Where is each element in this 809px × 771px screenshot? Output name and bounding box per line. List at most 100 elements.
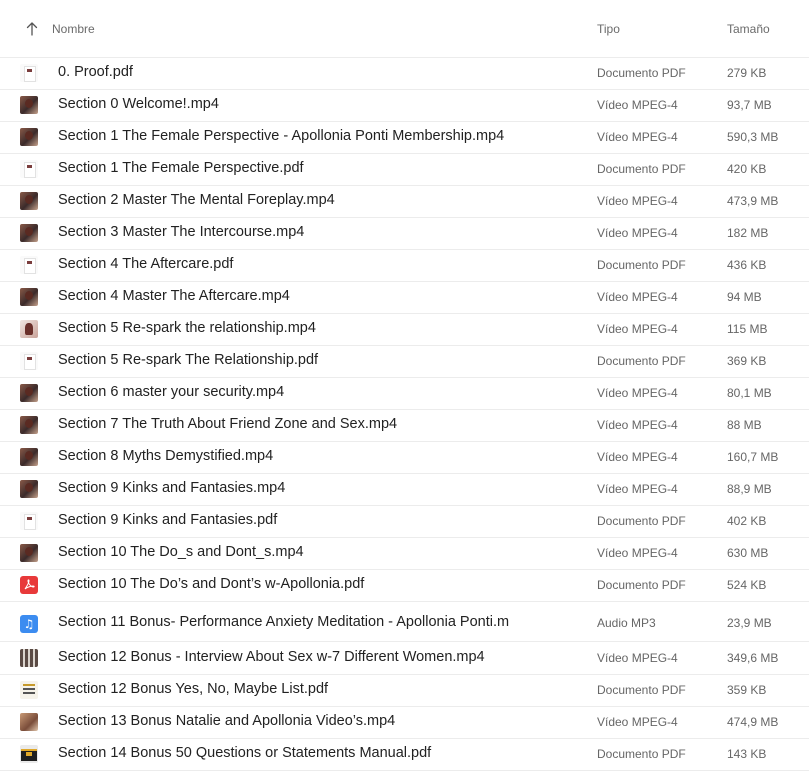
file-type: Vídeo MPEG-4 [597,715,678,729]
file-name: Section 12 Bonus Yes, No, Maybe List.pdf [58,681,329,697]
file-size: 474,9 MB [727,715,779,729]
file-size: 279 KB [727,66,767,80]
file-name: Section 6 master your security.mp4 [58,384,285,400]
file-size: 369 KB [727,354,767,368]
file-size: 420 KB [727,162,767,176]
file-size: 80,1 MB [727,386,772,400]
file-type: Vídeo MPEG-4 [597,130,678,144]
file-row[interactable]: Section 2 Master The Mental Foreplay.mp4… [0,185,809,218]
file-name: Section 1 The Female Perspective - Apoll… [58,128,505,144]
file-name: Section 9 Kinks and Fantasies.mp4 [58,480,286,496]
file-name: Section 13 Bonus Natalie and Apollonia V… [58,713,396,729]
file-row[interactable]: Section 1 The Female Perspective.pdf Docu… [0,153,809,186]
file-row[interactable]: Section 5 Re-spark the relationship.mp4 V… [0,313,809,346]
file-row[interactable]: Section 5 Re-spark The Relationship.pdf D… [0,345,809,378]
file-type: Vídeo MPEG-4 [597,418,678,432]
file-name: 0. Proof.pdf [58,64,133,80]
file-list-header: Nombre Tipo Tamaño [0,0,809,58]
file-type: Documento PDF [597,747,686,761]
column-header-name[interactable]: Nombre [52,22,95,36]
video-thumbnail-light-icon [20,320,38,338]
column-header-type[interactable]: Tipo [597,22,620,36]
file-type: Documento PDF [597,354,686,368]
file-size: 88,9 MB [727,482,772,496]
file-size: 473,9 MB [727,194,779,208]
file-type: Vídeo MPEG-4 [597,322,678,336]
file-row[interactable]: Section 9 Kinks and Fantasies.mp4 Vídeo M… [0,473,809,506]
pdf-page-thumbnail-icon [20,512,38,530]
file-type: Vídeo MPEG-4 [597,290,678,304]
file-type: Documento PDF [597,683,686,697]
file-size: 402 KB [727,514,767,528]
file-name: Section 10 The Do’s and Dont’s w-Apollon… [58,576,365,592]
file-type: Vídeo MPEG-4 [597,482,678,496]
video-thumbnail-icon [20,384,38,402]
manual-pdf-thumbnail-icon [20,745,38,763]
file-name: Section 9 Kinks and Fantasies.pdf [58,512,278,528]
file-row[interactable]: Section 9 Kinks and Fantasies.pdf Documen… [0,505,809,538]
file-row[interactable]: Section 6 master your security.mp4 Vídeo … [0,377,809,410]
file-row[interactable]: Section 10 The Do’s and Dont’s w-Apollon… [0,569,809,602]
video-thumbnail-icon [20,448,38,466]
file-row[interactable]: Section 4 The Aftercare.pdf Documento PDF… [0,249,809,282]
file-row[interactable]: Section 8 Myths Demystified.mp4 Vídeo MPE… [0,441,809,474]
file-row[interactable]: Section 1 The Female Perspective - Apoll… [0,121,809,154]
file-row[interactable]: 0. Proof.pdf Documento PDF 279 KB [0,57,809,90]
file-row[interactable]: Section 10 The Do_s and Dont_s.mp4 Vídeo … [0,537,809,570]
file-name: Section 4 Master The Aftercare.mp4 [58,288,290,304]
file-type: Vídeo MPEG-4 [597,546,678,560]
column-header-size[interactable]: Tamaño [727,22,770,36]
file-type: Vídeo MPEG-4 [597,194,678,208]
group-video-thumbnail-icon [20,649,38,667]
file-name: Section 5 Re-spark The Relationship.pdf [58,352,319,368]
file-size: 143 KB [727,747,767,761]
pdf-page-thumbnail-icon [20,352,38,370]
couple-video-thumbnail-icon [20,713,38,731]
file-type: Vídeo MPEG-4 [597,386,678,400]
video-thumbnail-icon [20,480,38,498]
file-size: 590,3 MB [727,130,779,144]
file-type: Vídeo MPEG-4 [597,98,678,112]
file-size: 359 KB [727,683,767,697]
file-size: 436 KB [727,258,767,272]
file-name: Section 3 Master The Intercourse.mp4 [58,224,305,240]
file-row[interactable]: ♫ Section 11 Bonus- Performance Anxiety M… [0,601,809,642]
file-name: Section 4 The Aftercare.pdf [58,256,234,272]
file-type: Vídeo MPEG-4 [597,651,678,665]
file-row[interactable]: Section 14 Bonus 50 Questions or Stateme… [0,738,809,771]
file-row[interactable]: Section 13 Bonus Natalie and Apollonia V… [0,706,809,739]
file-size: 23,9 MB [727,616,772,630]
file-type: Documento PDF [597,514,686,528]
file-size: 88 MB [727,418,762,432]
file-type: Documento PDF [597,258,686,272]
file-row[interactable]: Section 0 Welcome!.mp4 Vídeo MPEG-4 93,7 M… [0,89,809,122]
file-row[interactable]: Section 7 The Truth About Friend Zone an… [0,409,809,442]
pdf-page-thumbnail-icon [20,64,38,82]
video-thumbnail-icon [20,96,38,114]
file-row[interactable]: Section 4 Master The Aftercare.mp4 Vídeo … [0,281,809,314]
file-name: Section 14 Bonus 50 Questions or Stateme… [58,745,432,761]
video-thumbnail-icon [20,224,38,242]
file-name: Section 0 Welcome!.mp4 [58,96,219,112]
video-thumbnail-icon [20,416,38,434]
file-name: Section 12 Bonus - Interview About Sex w… [58,649,485,665]
file-type: Documento PDF [597,578,686,592]
file-row[interactable]: Section 12 Bonus - Interview About Sex w… [0,642,809,675]
file-size: 630 MB [727,546,769,560]
file-size: 160,7 MB [727,450,779,464]
file-name: Section 8 Myths Demystified.mp4 [58,448,274,464]
file-type: Vídeo MPEG-4 [597,450,678,464]
file-size: 94 MB [727,290,762,304]
sort-ascending-arrow-icon[interactable] [25,21,39,37]
file-type: Audio MP3 [597,616,656,630]
file-name: Section 1 The Female Perspective.pdf [58,160,304,176]
file-row[interactable]: Section 3 Master The Intercourse.mp4 Víde… [0,217,809,250]
file-size: 93,7 MB [727,98,772,112]
file-name: Section 7 The Truth About Friend Zone an… [58,416,398,432]
file-row[interactable]: Section 12 Bonus Yes, No, Maybe List.pdf… [0,674,809,707]
file-name: Section 11 Bonus- Performance Anxiety Me… [58,614,510,630]
file-name: Section 10 The Do_s and Dont_s.mp4 [58,544,304,560]
file-size: 182 MB [727,226,769,240]
file-type: Documento PDF [597,162,686,176]
file-size: 349,6 MB [727,651,779,665]
